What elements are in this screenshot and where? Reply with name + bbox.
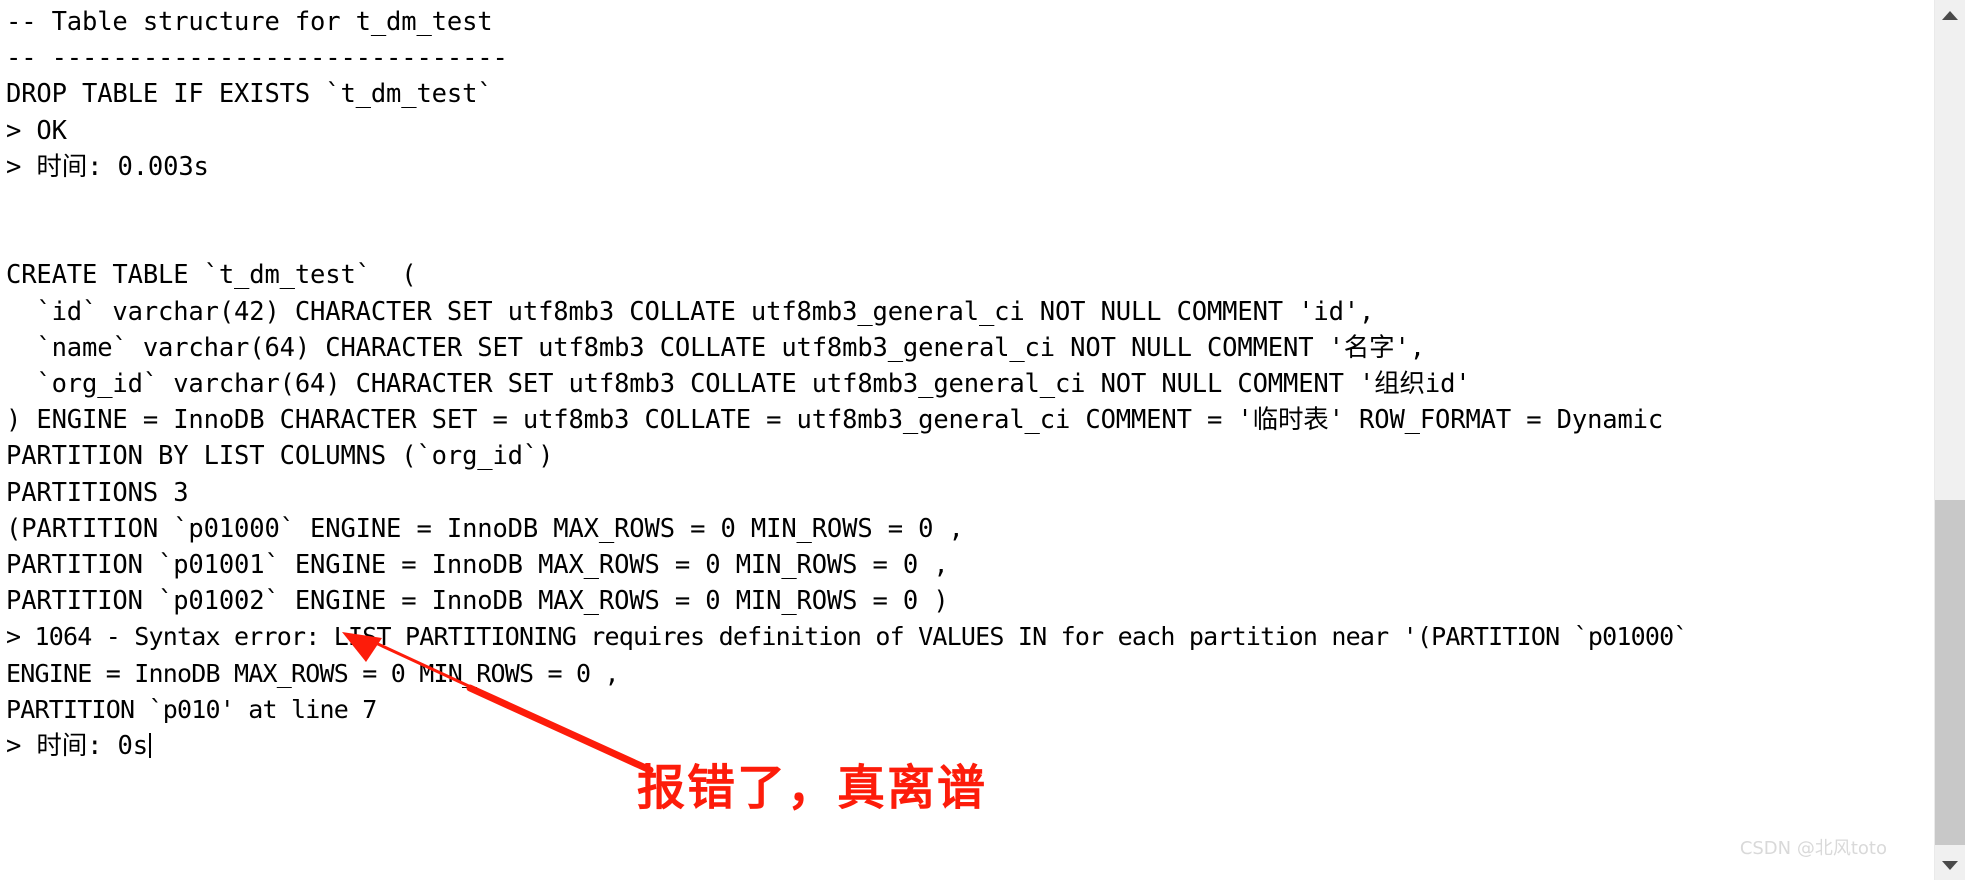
console-line-create-table: CREATE TABLE `t_dm_test` (	[6, 260, 417, 291]
console-line-col-id: `id` varchar(42) CHARACTER SET utf8mb3 C…	[6, 296, 1375, 327]
console-line-comment-rule: -- ------------------------------	[6, 43, 508, 74]
final-time-text: > 时间: 0s	[6, 731, 148, 762]
console-line-partitions-count: PARTITIONS 3	[6, 477, 189, 508]
watermark-label: CSDN @北风toto	[1739, 838, 1887, 859]
console-error-line-2: ENGINE = InnoDB MAX_ROWS = 0 MIN_ROWS = …	[6, 658, 620, 688]
console-line-drop-result-time: > 时间: 0.003s	[6, 151, 209, 182]
console-line-partition-p01000: (PARTITION `p01000` ENGINE = InnoDB MAX_…	[6, 513, 964, 544]
console-error-line-1: > 1064 - Syntax error: LIST PARTITIONING…	[6, 622, 1688, 652]
console-line-drop-result-ok: > OK	[6, 115, 67, 146]
console-line-table-options: ) ENGINE = InnoDB CHARACTER SET = utf8mb…	[6, 405, 1664, 436]
console-error-line-3: PARTITION `p010' at line 7	[6, 694, 377, 724]
console-line-col-name: `name` varchar(64) CHARACTER SET utf8mb3…	[6, 332, 1425, 363]
console-line-drop-table: DROP TABLE IF EXISTS `t_dm_test`	[6, 79, 493, 110]
annotation-label: 报错了，真离谱	[637, 760, 988, 816]
chevron-up-icon	[1942, 10, 1958, 20]
vertical-scrollbar[interactable]	[1934, 0, 1965, 880]
sql-console-window: -- Table structure for t_dm_test -- ----…	[0, 0, 1965, 880]
scrollbar-up-button[interactable]	[1935, 0, 1965, 30]
console-line-partition-p01002: PARTITION `p01002` ENGINE = InnoDB MAX_R…	[6, 586, 949, 617]
console-line-col-org-id: `org_id` varchar(64) CHARACTER SET utf8m…	[6, 369, 1471, 400]
console-line-partition-by: PARTITION BY LIST COLUMNS (`org_id`)	[6, 441, 554, 472]
console-line-spacer-1	[6, 185, 1890, 221]
scrollbar-thumb[interactable]	[1935, 500, 1965, 845]
console-line-partition-p01001: PARTITION `p01001` ENGINE = InnoDB MAX_R…	[6, 550, 949, 581]
chevron-down-icon	[1942, 860, 1958, 870]
scrollbar-down-button[interactable]	[1935, 850, 1965, 880]
console-line-spacer-2	[6, 221, 1890, 257]
text-caret	[148, 733, 151, 759]
console-line-comment-title: -- Table structure for t_dm_test	[6, 7, 493, 37]
